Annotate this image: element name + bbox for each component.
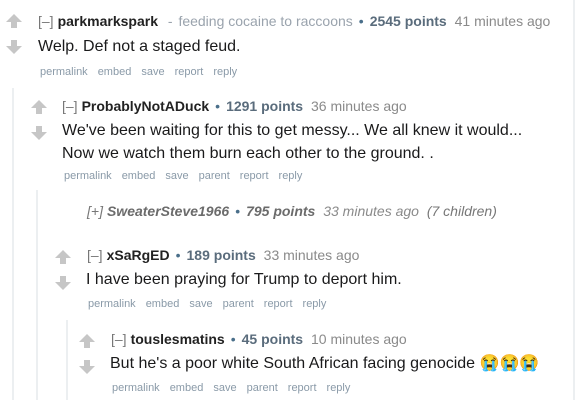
report-link[interactable]: report bbox=[288, 382, 317, 394]
comment-4: [–] xSaRgED • 189 points 33 minutes ago I h… bbox=[0, 236, 575, 320]
user-flair: feeding cocaine to raccoons bbox=[178, 13, 353, 29]
parent-link[interactable]: parent bbox=[247, 382, 278, 394]
comment-tagline: [–] xSaRgED • 189 points 33 minutes ago bbox=[87, 247, 359, 263]
comment-time: 33 minutes ago bbox=[263, 247, 360, 263]
comment-author[interactable]: SweaterSteve1966 bbox=[107, 203, 229, 219]
permalink-link[interactable]: permalink bbox=[88, 298, 136, 310]
flair-separator: - bbox=[167, 13, 173, 29]
report-link[interactable]: report bbox=[264, 298, 293, 310]
reply-link[interactable]: reply bbox=[303, 298, 327, 310]
comment-author[interactable]: xSaRgED bbox=[107, 247, 170, 263]
separator-dot: • bbox=[215, 98, 221, 114]
reply-link[interactable]: reply bbox=[213, 66, 237, 78]
comment-2: [–] ProbablyNotADuck • 1291 points 36 minut… bbox=[0, 88, 575, 192]
save-link[interactable]: save bbox=[189, 298, 212, 310]
comment-buttons: permalink embed save parent report reply bbox=[88, 298, 336, 310]
separator-dot: • bbox=[358, 13, 364, 29]
save-link[interactable]: save bbox=[165, 170, 188, 182]
separator-dot: • bbox=[235, 203, 241, 219]
save-link[interactable]: save bbox=[213, 382, 236, 394]
embed-link[interactable]: embed bbox=[98, 66, 132, 78]
upvote-arrow-icon[interactable] bbox=[55, 250, 71, 264]
permalink-link[interactable]: permalink bbox=[64, 170, 112, 182]
comment-5: [–] touslesmatins • 45 points 10 minutes ag… bbox=[0, 320, 575, 400]
comment-tagline: [–] parkmarkspark - feeding cocaine to ra… bbox=[38, 13, 550, 29]
comment-points: 2545 points bbox=[369, 13, 447, 29]
separator-dot: • bbox=[175, 247, 181, 263]
comment-time: 41 minutes ago bbox=[454, 13, 551, 29]
comment-body: But he's a poor white South African faci… bbox=[110, 355, 540, 372]
parent-link[interactable]: parent bbox=[223, 298, 254, 310]
downvote-arrow-icon[interactable] bbox=[55, 276, 71, 290]
upvote-arrow-icon[interactable] bbox=[6, 14, 22, 28]
upvote-arrow-icon[interactable] bbox=[31, 100, 47, 114]
collapse-toggle[interactable]: [–] bbox=[62, 98, 78, 114]
comment-body: Welp. Def not a staged feud. bbox=[38, 38, 241, 55]
comment-author[interactable]: touslesmatins bbox=[131, 331, 225, 347]
comment-author[interactable]: ProbablyNotADuck bbox=[82, 98, 210, 114]
comment-time: 10 minutes ago bbox=[310, 331, 407, 347]
comment-tagline: [+] SweaterSteve1966 • 795 points 33 minute… bbox=[87, 203, 497, 219]
upvote-arrow-icon[interactable] bbox=[79, 334, 95, 348]
reply-link[interactable]: reply bbox=[327, 382, 351, 394]
comment-points: 795 points bbox=[246, 203, 316, 219]
downvote-arrow-icon[interactable] bbox=[31, 126, 47, 140]
permalink-link[interactable]: permalink bbox=[112, 382, 160, 394]
embed-link[interactable]: embed bbox=[170, 382, 204, 394]
comment-time: 33 minutes ago bbox=[323, 203, 419, 219]
parent-link[interactable]: parent bbox=[199, 170, 230, 182]
comment-buttons: permalink embed save report reply bbox=[40, 66, 247, 78]
comment-buttons: permalink embed save parent report reply bbox=[64, 170, 312, 182]
comment-points: 1291 points bbox=[226, 98, 304, 114]
comment-points: 45 points bbox=[241, 331, 304, 347]
comment-time: 36 minutes ago bbox=[310, 98, 407, 114]
comment-1: [–] parkmarkspark - feeding cocaine to ra… bbox=[0, 0, 575, 88]
collapse-toggle[interactable]: [–] bbox=[111, 331, 127, 347]
reply-link[interactable]: reply bbox=[279, 170, 303, 182]
downvote-arrow-icon[interactable] bbox=[6, 40, 22, 54]
save-link[interactable]: save bbox=[141, 66, 164, 78]
comment-3-collapsed: [+] SweaterSteve1966 • 795 points 33 minute… bbox=[0, 192, 575, 236]
comment-tagline: [–] ProbablyNotADuck • 1291 points 36 minut… bbox=[62, 98, 407, 114]
comment-author[interactable]: parkmarkspark bbox=[58, 13, 158, 29]
embed-link[interactable]: embed bbox=[146, 298, 180, 310]
comment-body: I have been praying for Trump to deport … bbox=[86, 271, 402, 288]
downvote-arrow-icon[interactable] bbox=[79, 360, 95, 374]
children-count[interactable]: (7 children) bbox=[427, 203, 497, 219]
comment-points: 189 points bbox=[186, 247, 256, 263]
separator-dot: • bbox=[230, 331, 236, 347]
collapse-toggle[interactable]: [–] bbox=[87, 247, 103, 263]
permalink-link[interactable]: permalink bbox=[40, 66, 88, 78]
collapse-toggle[interactable]: [–] bbox=[38, 13, 54, 29]
report-link[interactable]: report bbox=[175, 66, 204, 78]
expand-toggle[interactable]: [+] bbox=[87, 203, 103, 219]
comment-body: We've been waiting for this to get messy… bbox=[62, 122, 523, 162]
comment-buttons: permalink embed save parent report reply bbox=[112, 382, 360, 394]
comment-tagline: [–] touslesmatins • 45 points 10 minutes ag… bbox=[111, 331, 407, 347]
report-link[interactable]: report bbox=[240, 170, 269, 182]
embed-link[interactable]: embed bbox=[122, 170, 156, 182]
